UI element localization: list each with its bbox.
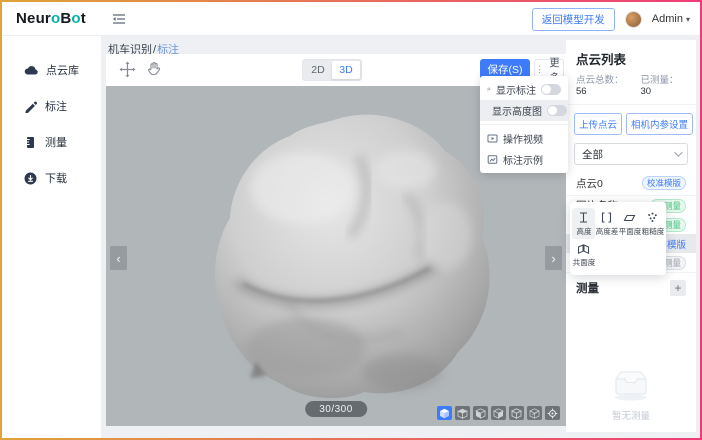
list-item[interactable]: 点云0 校准模版 xyxy=(566,174,696,196)
camera-settings-button[interactable]: 相机内参设置 xyxy=(626,113,693,135)
user-name: Admin xyxy=(652,13,683,25)
menu-divider xyxy=(480,124,568,125)
menu-item-label: 显示标注 xyxy=(496,82,536,97)
logo-o-icon: o xyxy=(71,10,80,27)
tool-roughness[interactable]: 粗糙度 xyxy=(641,208,664,239)
sidebar-item-label: 标注 xyxy=(45,98,67,114)
show-heightmap-toggle[interactable] xyxy=(547,105,567,116)
sidebar-item-label: 测量 xyxy=(45,134,67,150)
sidebar-item-label: 点云库 xyxy=(46,62,79,78)
filter-select[interactable]: 全部 xyxy=(574,143,688,165)
window-frame: NeuroBot 返回模型开发 Admin▾ 点云库 标注 xyxy=(0,0,702,440)
sidebar-item-pointcloud-library[interactable]: 点云库 xyxy=(2,52,101,88)
point-cloud-panel: 点云列表 点云总数：56 已测量：30 上传点云 相机内参设置 全部 点云0 校… xyxy=(566,40,696,432)
empty-box-icon xyxy=(608,362,654,402)
menu-item-operation-video[interactable]: 操作视频 xyxy=(480,128,568,149)
next-image-button[interactable]: › xyxy=(545,246,562,270)
user-avatar[interactable] xyxy=(625,11,642,28)
menu-item-show-annotation[interactable]: 显示标注 xyxy=(480,79,568,100)
prev-image-button[interactable]: ‹ xyxy=(110,246,127,270)
menu-item-annotation-example[interactable]: 标注示例 xyxy=(480,149,568,170)
sidebar-item-measure[interactable]: 测量 xyxy=(2,124,101,160)
add-measurement-button[interactable]: + xyxy=(670,280,686,296)
pen-icon xyxy=(24,100,37,113)
item-name: 点云0 xyxy=(576,176,638,191)
height-tool-icon xyxy=(577,211,590,224)
panel-buttons: 上传点云 相机内参设置 xyxy=(566,105,696,135)
header-right: 返回模型开发 Admin▾ xyxy=(532,2,690,36)
upload-pointcloud-button[interactable]: 上传点云 xyxy=(574,113,622,135)
menu-item-show-heightmap[interactable]: 显示高度图 xyxy=(480,100,568,121)
panel-title: 点云列表 xyxy=(566,40,696,72)
show-annotation-toggle[interactable] xyxy=(541,84,561,95)
download-icon xyxy=(24,172,37,185)
total-count: 56 xyxy=(576,86,587,97)
view-iso-button[interactable] xyxy=(437,406,452,420)
tool-coplanarity[interactable]: 共面度 xyxy=(572,239,595,270)
app-header: NeuroBot 返回模型开发 Admin▾ xyxy=(2,2,700,36)
measured-count: 30 xyxy=(640,86,651,97)
view-top-button[interactable] xyxy=(455,406,470,420)
menu-item-label: 显示高度图 xyxy=(492,103,542,118)
user-menu[interactable]: Admin▾ xyxy=(652,13,690,25)
view-right-button[interactable] xyxy=(509,406,524,420)
sidebar-item-annotation[interactable]: 标注 xyxy=(2,88,101,124)
menu-item-label: 标注示例 xyxy=(503,152,561,167)
tool-flatness[interactable]: 平面度 xyxy=(618,208,641,239)
measure-tools-popup: 高度 高度差 平面度 粗糙度 共面度 xyxy=(570,202,666,275)
chevron-down-icon xyxy=(674,148,682,156)
view-mode-toggle: 2D 3D xyxy=(302,59,362,81)
focus-target-button[interactable] xyxy=(545,406,560,420)
video-icon xyxy=(487,133,498,144)
view-2d-button[interactable]: 2D xyxy=(304,61,332,79)
logo-o-icon: o xyxy=(51,10,60,27)
caret-down-icon: ▾ xyxy=(686,15,690,24)
measurement-section-header: 测量 + xyxy=(566,272,696,296)
empty-state-text: 暂无测量 xyxy=(566,408,696,422)
sidebar-collapse-icon[interactable] xyxy=(112,13,126,28)
filter-value: 全部 xyxy=(582,147,674,162)
cloud-icon xyxy=(24,64,38,76)
empty-state: 暂无测量 xyxy=(566,362,696,422)
tool-height-diff[interactable]: 高度差 xyxy=(595,208,618,239)
back-to-model-dev-button[interactable]: 返回模型开发 xyxy=(532,8,615,31)
menu-item-label: 操作视频 xyxy=(503,131,561,146)
logo-text: Neur xyxy=(16,10,51,27)
sidebar-item-label: 下载 xyxy=(45,170,67,186)
view-back-button[interactable] xyxy=(527,406,542,420)
sidebar-item-download[interactable]: 下载 xyxy=(2,160,101,196)
hand-tool-icon[interactable] xyxy=(146,60,162,80)
view-bottom-button[interactable] xyxy=(473,406,488,420)
left-sidebar: 点云库 标注 测量 下载 xyxy=(2,36,102,438)
height-diff-tool-icon xyxy=(600,211,613,224)
roughness-tool-icon xyxy=(646,211,659,224)
example-icon xyxy=(487,154,498,165)
neurobot-app: NeuroBot 返回模型开发 Admin▾ 点云库 标注 xyxy=(2,2,700,438)
view-left-button[interactable] xyxy=(491,406,506,420)
more-dots-icon: ⋮ xyxy=(535,64,544,75)
view-3d-button[interactable]: 3D xyxy=(332,61,360,79)
view-cube-controls xyxy=(437,406,560,420)
measurement-title: 测量 xyxy=(576,280,670,296)
panel-stats: 点云总数：56 已测量：30 xyxy=(566,72,696,105)
ruler-icon xyxy=(24,136,37,149)
move-tool-icon[interactable] xyxy=(119,61,136,81)
app-logo: NeuroBot xyxy=(16,10,86,27)
tool-height[interactable]: 高度 xyxy=(572,208,595,239)
template-badge: 校准模版 xyxy=(642,176,686,190)
more-dropdown-menu: 显示标注 显示高度图 操作视频 标注示例 xyxy=(480,76,568,173)
pagination-badge: 30/300 xyxy=(305,401,367,417)
flatness-tool-icon xyxy=(623,211,636,224)
coplanarity-tool-icon xyxy=(577,242,590,255)
flag-icon xyxy=(487,84,491,95)
